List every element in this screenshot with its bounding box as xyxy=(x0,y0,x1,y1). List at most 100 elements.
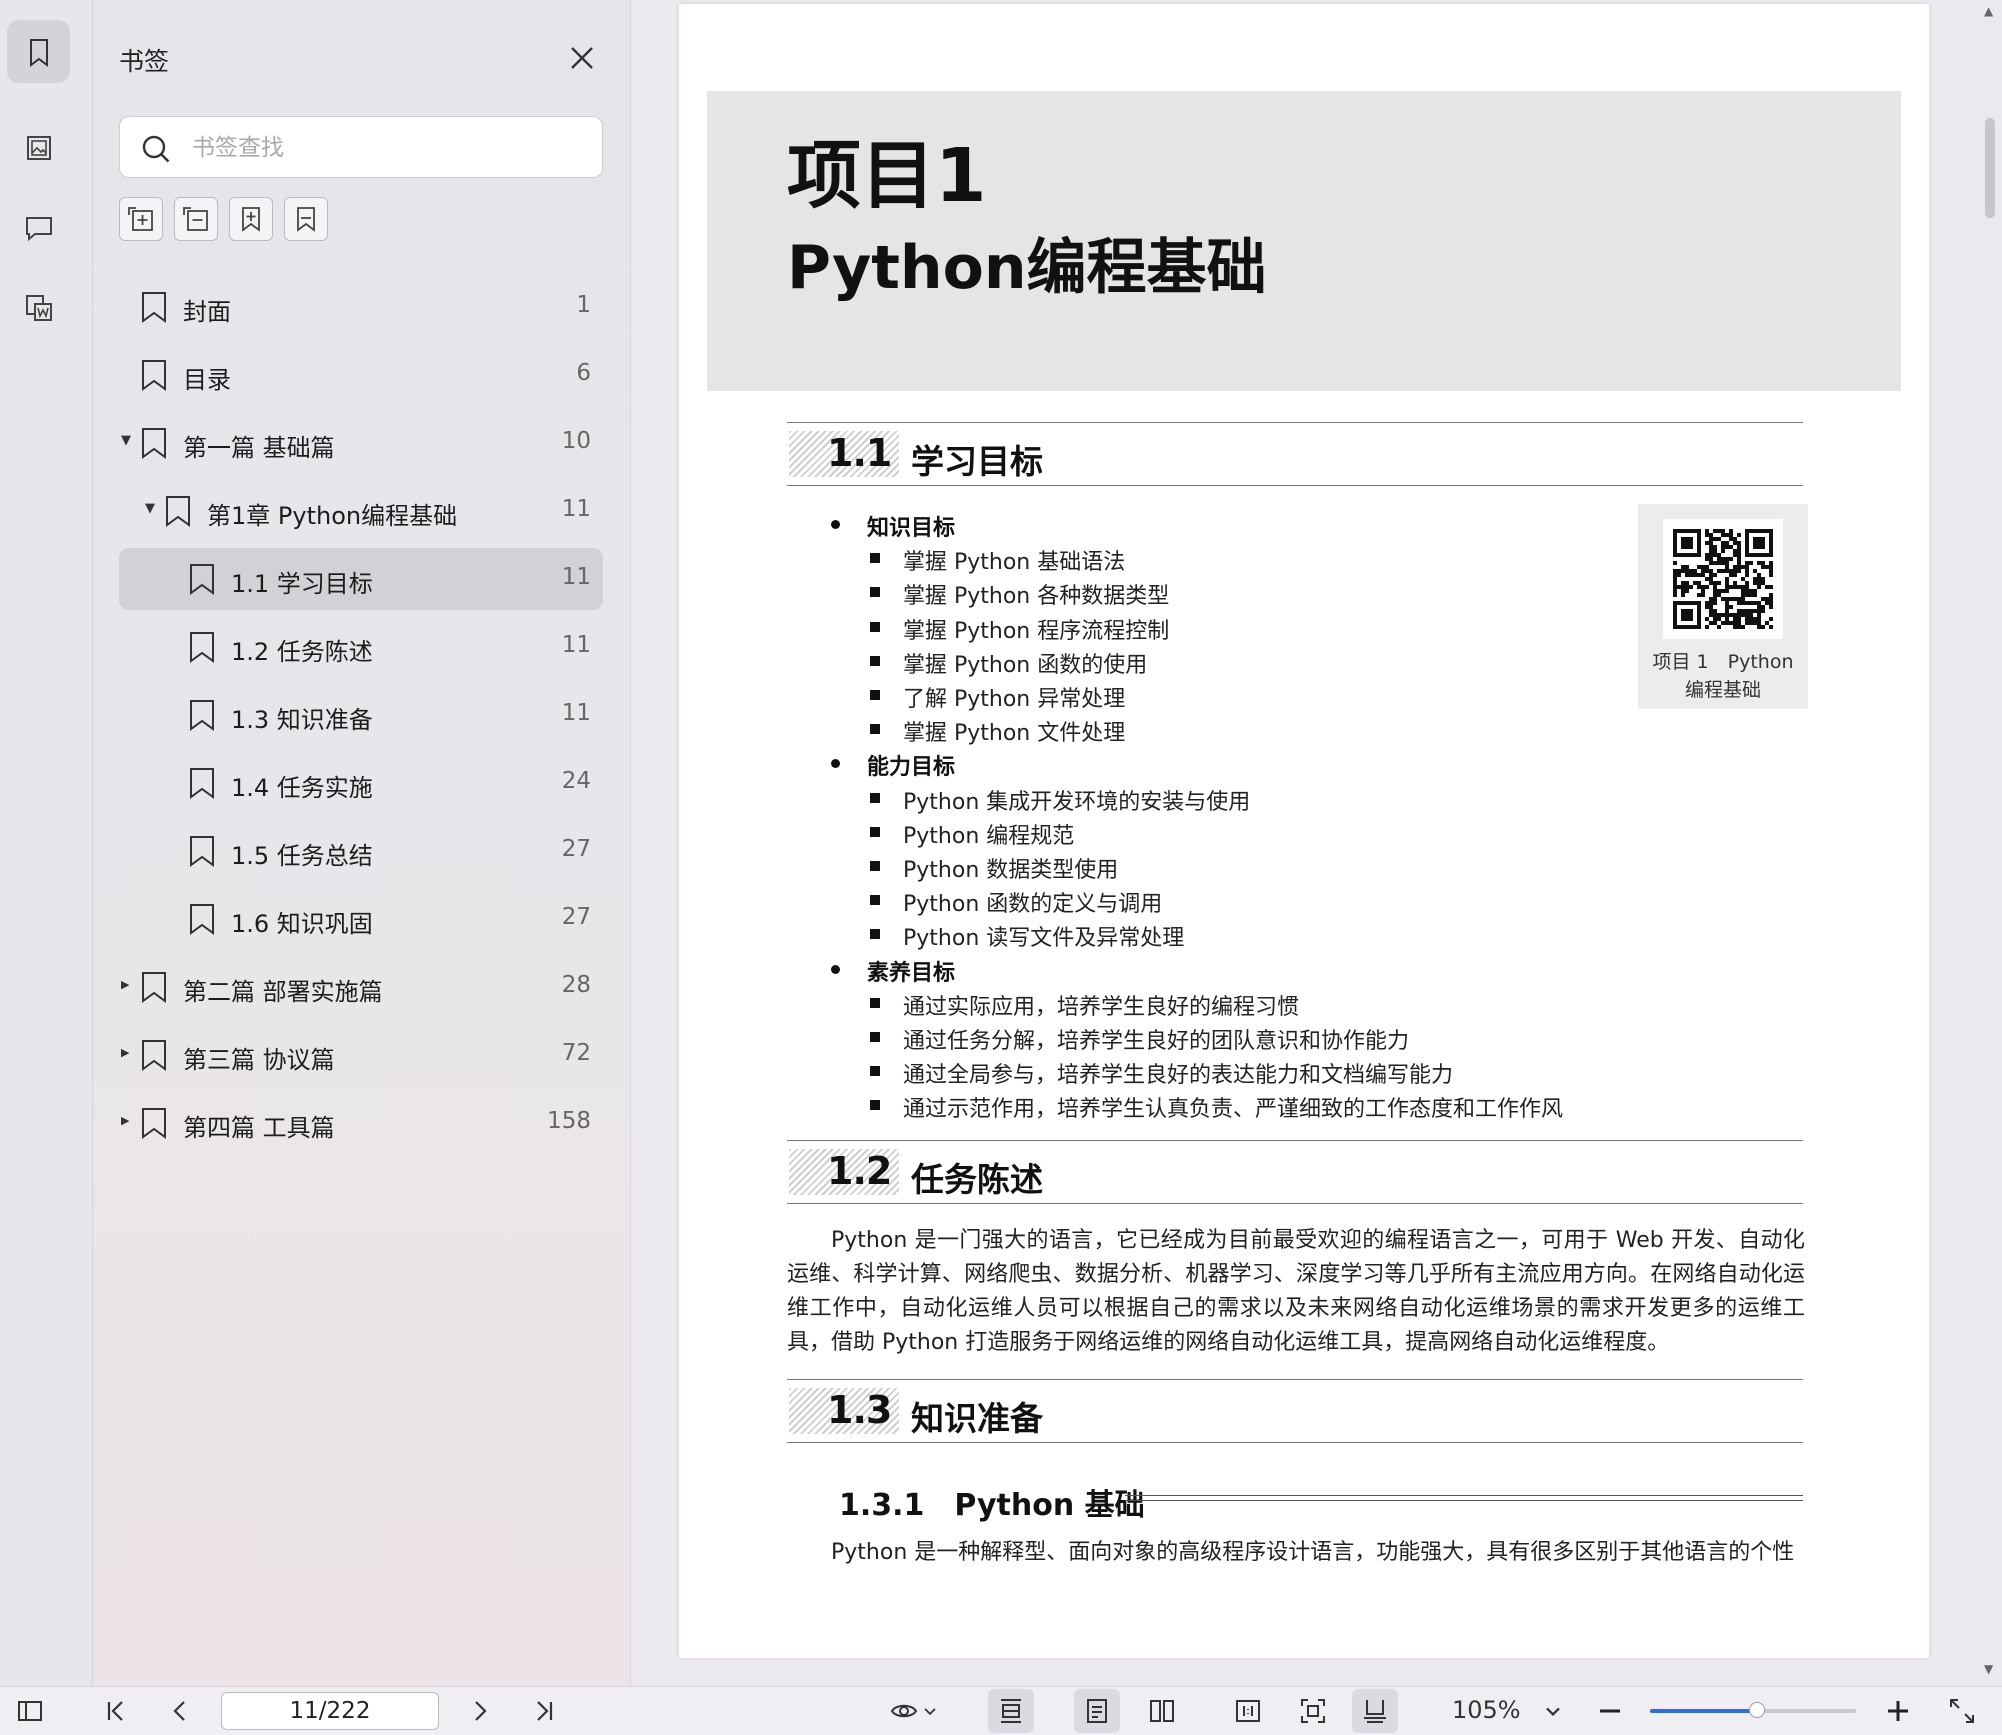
bookmark-item[interactable]: 1.1 学习目标 11 xyxy=(119,548,603,610)
actual-size-button[interactable] xyxy=(1232,1695,1264,1727)
bookmark-icon xyxy=(166,496,190,527)
expand-all-button[interactable] xyxy=(119,197,163,241)
bookmark-outline-icon xyxy=(297,207,315,232)
rail-comments-button[interactable] xyxy=(7,196,70,259)
scroll-up-icon[interactable]: ▲ xyxy=(1984,4,1993,18)
double-page-button[interactable] xyxy=(1146,1695,1178,1727)
bookmark-tool-button[interactable] xyxy=(284,197,328,241)
bookmark-page-number: 11 xyxy=(561,700,591,726)
single-page-icon xyxy=(1087,1699,1107,1723)
section-number: 1.3 xyxy=(827,1388,892,1432)
bookmark-item[interactable]: 1.4 任务实施 24 xyxy=(119,752,603,814)
zoom-out-button[interactable] xyxy=(1594,1695,1626,1727)
expanded-arrow-icon[interactable]: ▼ xyxy=(121,434,135,448)
goal-category: 素养目标 xyxy=(830,955,955,987)
bookmark-label: 第四篇 工具篇 xyxy=(183,1114,335,1142)
goal-item: Python 函数的定义与调用 xyxy=(869,886,1162,918)
bookmark-search-input[interactable] xyxy=(190,127,594,169)
single-page-button[interactable] xyxy=(1074,1689,1120,1733)
continuous-scroll-icon xyxy=(1364,1700,1386,1723)
scroll-thumb[interactable] xyxy=(1985,118,1995,218)
expand-all-icon xyxy=(128,207,153,231)
python-basics-paragraph: Python 是一种解释型、面向对象的高级程序设计语言，功能强大，具有很多区别于… xyxy=(831,1540,1795,1565)
page-number-input[interactable] xyxy=(221,1692,439,1730)
qr-caption-line1: 项目 1 Python xyxy=(1652,651,1794,673)
previous-page-button[interactable] xyxy=(164,1695,196,1727)
goal-item: 掌握 Python 文件处理 xyxy=(869,715,1125,747)
bookmark-item[interactable]: ▶ 第二篇 部署实施篇 28 xyxy=(119,956,603,1018)
goal-item: 通过任务分解，培养学生良好的团队意识和协作能力 xyxy=(869,1023,1409,1055)
bookmark-page-number: 10 xyxy=(561,428,591,454)
bookmark-item[interactable]: ▼ 第1章 Python编程基础 11 xyxy=(119,480,603,542)
fit-page-button[interactable] xyxy=(1297,1695,1329,1727)
chevron-down-icon xyxy=(1546,1707,1560,1717)
next-page-button[interactable] xyxy=(464,1695,496,1727)
bottom-toolbar: 105% xyxy=(0,1686,2002,1735)
section-heading-1-3: 1.3 知识准备 xyxy=(787,1379,1803,1443)
bookmark-search-box[interactable] xyxy=(119,116,603,178)
scroll-down-icon[interactable]: ▼ xyxy=(1984,1662,1993,1676)
bookmark-item[interactable]: 目录 6 xyxy=(119,344,603,406)
eye-icon xyxy=(890,1704,918,1718)
zoom-in-button[interactable] xyxy=(1882,1695,1914,1727)
bookmark-icon xyxy=(190,768,214,799)
bookmark-item[interactable]: ▶ 第三篇 协议篇 72 xyxy=(119,1024,603,1086)
panel-title: 书签 xyxy=(119,47,170,76)
bookmark-page-number: 27 xyxy=(561,836,591,862)
zoom-slider[interactable] xyxy=(1650,1702,1856,1718)
rail-thumbnails-button[interactable] xyxy=(7,116,70,179)
bookmark-item[interactable]: ▶ 第四篇 工具篇 158 xyxy=(119,1092,603,1154)
actual-size-icon xyxy=(1236,1700,1260,1722)
fullscreen-button[interactable] xyxy=(1946,1695,1978,1727)
fit-page-icon xyxy=(1301,1699,1325,1723)
reading-mode-dropdown[interactable] xyxy=(920,1695,940,1727)
goal-item: Python 数据类型使用 xyxy=(869,852,1118,884)
first-page-button[interactable] xyxy=(100,1695,132,1727)
bookmark-item[interactable]: 1.3 知识准备 11 xyxy=(119,684,603,746)
bookmark-icon xyxy=(190,836,214,867)
document-viewport[interactable]: 项目1 Python编程基础 1.1 学习目标 知识目标 掌握 Python 基础… xyxy=(631,0,2002,1686)
zoom-dropdown[interactable] xyxy=(1541,1695,1565,1727)
collapsed-arrow-icon[interactable]: ▶ xyxy=(121,1114,135,1128)
image-icon xyxy=(26,135,51,160)
bookmark-item[interactable]: 1.5 任务总结 27 xyxy=(119,820,603,882)
section-heading-1-2: 1.2 任务陈述 xyxy=(787,1140,1803,1204)
bookmark-label: 1.2 任务陈述 xyxy=(231,638,373,666)
continuous-scroll-button[interactable] xyxy=(1352,1689,1398,1733)
add-bookmark-button[interactable] xyxy=(229,197,273,241)
section-title: 学习目标 xyxy=(911,442,1043,481)
search-icon xyxy=(142,135,170,163)
last-page-button[interactable] xyxy=(528,1695,560,1727)
close-icon[interactable] xyxy=(568,44,596,72)
fit-width-button[interactable] xyxy=(988,1689,1034,1733)
zoom-slider-thumb[interactable] xyxy=(1749,1702,1766,1718)
fit-width-icon xyxy=(1001,1699,1021,1723)
rail-convert-button[interactable] xyxy=(7,276,70,339)
vertical-scrollbar[interactable]: ▲ ▼ xyxy=(1981,0,1999,1686)
bookmark-icon xyxy=(190,564,214,595)
toggle-sidebar-button[interactable] xyxy=(14,1695,46,1727)
collapsed-arrow-icon[interactable]: ▶ xyxy=(121,978,135,992)
bookmark-label: 1.4 任务实施 xyxy=(231,774,373,802)
bookmark-item[interactable]: 1.6 知识巩固 27 xyxy=(119,888,603,950)
bookmark-label: 1.6 知识巩固 xyxy=(231,910,373,938)
double-page-icon xyxy=(1150,1700,1174,1722)
collapse-all-button[interactable] xyxy=(174,197,218,241)
expanded-arrow-icon[interactable]: ▼ xyxy=(145,502,159,516)
add-bookmark-icon xyxy=(242,207,260,232)
rail-bookmarks-button[interactable] xyxy=(7,20,70,83)
fullscreen-icon xyxy=(1950,1699,1974,1723)
comment-icon xyxy=(25,216,52,241)
bookmark-page-number: 1 xyxy=(576,292,591,318)
bookmark-item[interactable]: 封面 1 xyxy=(119,276,603,338)
collapsed-arrow-icon[interactable]: ▶ xyxy=(121,1046,135,1060)
chapter-title-band: 项目1 Python编程基础 xyxy=(707,91,1901,391)
bookmark-label: 1.5 任务总结 xyxy=(231,842,373,870)
bookmark-panel: 书签 封面1目录6▼第一篇 基础篇10▼第1章 Python编程基础111.1 … xyxy=(93,0,631,1686)
bookmark-page-number: 11 xyxy=(561,564,591,590)
bookmark-item[interactable]: ▼ 第一篇 基础篇 10 xyxy=(119,412,603,474)
goal-category: 能力目标 xyxy=(830,749,955,781)
bookmark-item[interactable]: 1.2 任务陈述 11 xyxy=(119,616,603,678)
zoom-level[interactable]: 105% xyxy=(1452,1696,1521,1724)
bookmark-page-number: 158 xyxy=(547,1108,591,1134)
